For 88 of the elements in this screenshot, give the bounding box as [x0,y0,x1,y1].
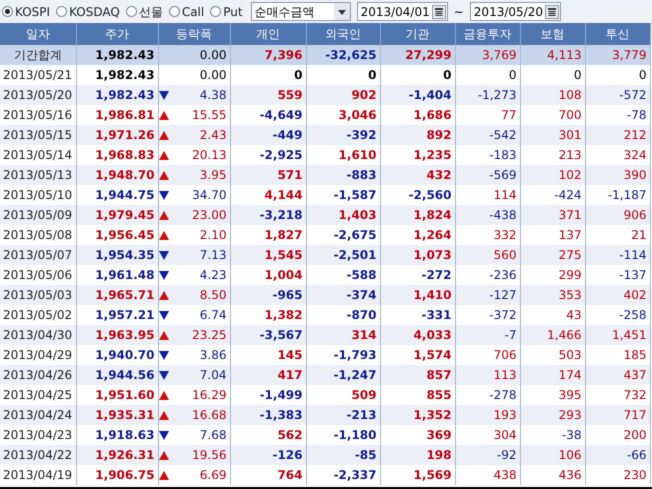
table-cell: 438 [455,465,520,485]
up-triangle-icon [158,210,168,220]
up-triangle-icon [158,230,168,240]
change-value: 4.38 [200,87,226,104]
up-triangle-icon [158,470,168,480]
price-cell: 1,956.45 [76,225,158,245]
change-value: 23.00 [192,207,226,224]
change-value: 3.95 [200,167,226,184]
change-value: 16.68 [192,407,226,424]
up-triangle-icon [158,450,168,460]
date-range-separator: ~ [454,4,464,20]
price-cell: 1,963.95 [76,325,158,345]
change-value: 3.86 [200,347,226,364]
radio-option[interactable]: 선물 [126,2,163,20]
change-value: 6.69 [200,467,226,484]
change-value: 7.68 [200,427,226,444]
price-cell: 1,948.70 [76,165,158,185]
change-value: 0.00 [200,47,226,64]
price-cell: 1,979.45 [76,205,158,225]
price-cell: 1,935.31 [76,405,158,425]
change-value: 15.55 [192,107,226,124]
up-triangle-icon [158,330,168,340]
price-cell: 1,954.35 [76,245,158,265]
date-cell: 2013/04/19 [0,465,76,485]
down-triangle-icon [158,250,168,260]
column-header: 금융투자 [455,23,520,45]
up-triangle-icon [158,390,168,400]
down-triangle-icon [158,90,168,100]
column-header: 일자 [0,23,76,45]
measure-dropdown[interactable]: 순매수금액 [250,2,351,21]
price-cell: 1,940.70 [76,345,158,365]
price-cell: 1,951.60 [76,385,158,405]
price-cell: 1,926.31 [76,445,158,465]
table-cell: 436 [520,465,585,485]
column-header: 주가 [76,23,158,45]
table-cell: -2,337 [306,465,380,485]
down-triangle-icon [158,190,168,200]
down-triangle-icon [158,350,168,360]
change-value: 6.74 [200,307,226,324]
change-value: 4.23 [200,267,226,284]
column-header: 투신 [585,23,650,45]
start-date-field[interactable]: 2013/04/01 [356,2,448,21]
change-value: 16.29 [192,387,226,404]
change-value: 20.13 [192,147,226,164]
price-cell: 1,918.63 [76,425,158,445]
change-value: 2.10 [200,227,226,244]
up-triangle-icon [158,410,168,420]
price-cell: 1,944.56 [76,365,158,385]
change-value: 8.50 [200,287,226,304]
change-value: 23.25 [192,327,226,344]
down-triangle-icon [158,270,168,280]
column-header: 외국인 [306,23,380,45]
column-header: 보험 [520,23,585,45]
price-cell: 1,986.81 [76,105,158,125]
column-header: 기관 [380,23,455,45]
price-cell: 1,961.48 [76,265,158,285]
up-triangle-icon [158,150,168,160]
down-triangle-icon [158,310,168,320]
column-header: 등락폭 [158,23,230,45]
price-cell: 1,982.43 [76,65,158,85]
change-value: 0.00 [200,67,226,84]
price-cell: 1,965.71 [76,285,158,305]
price-cell: 1,906.75 [76,465,158,485]
table-cell: 1,569 [380,465,455,485]
down-triangle-icon [158,430,168,440]
up-triangle-icon [158,130,168,140]
change-value: 19.56 [192,447,226,464]
change-value: 7.04 [200,367,226,384]
change-value: 2.43 [200,127,226,144]
calendar-icon[interactable] [432,4,446,18]
change-value: 7.13 [200,247,226,264]
up-triangle-icon [158,110,168,120]
column-header: 개인 [230,23,306,45]
radio-option[interactable]: KOSPI [2,2,50,20]
up-triangle-icon [158,290,168,300]
radio-option[interactable]: Put [210,2,243,20]
price-cell: 1,957.21 [76,305,158,325]
radio-option[interactable]: Call [168,2,204,20]
table-cell: 764 [230,465,306,485]
radio-option[interactable]: KOSDAQ [56,2,120,20]
price-cell: 1,968.83 [76,145,158,165]
table-cell: 230 [585,465,650,485]
up-triangle-icon [158,170,168,180]
price-cell: 1,944.75 [76,185,158,205]
down-triangle-icon [158,370,168,380]
end-date-field[interactable]: 2013/05/20 [470,2,561,21]
change-value: 34.70 [192,187,226,204]
calendar-icon[interactable] [544,4,559,18]
